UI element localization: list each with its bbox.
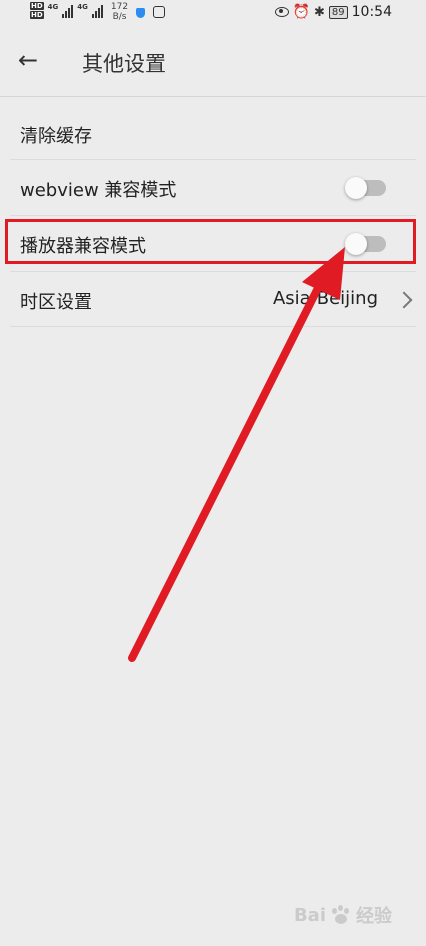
baidu-watermark: Bai 经验 (294, 902, 392, 928)
watermark-text: Bai (293, 904, 326, 926)
annotation-arrow (128, 247, 345, 662)
paw-logo-icon (330, 905, 352, 925)
watermark-text-cn: 经验 (356, 906, 392, 927)
